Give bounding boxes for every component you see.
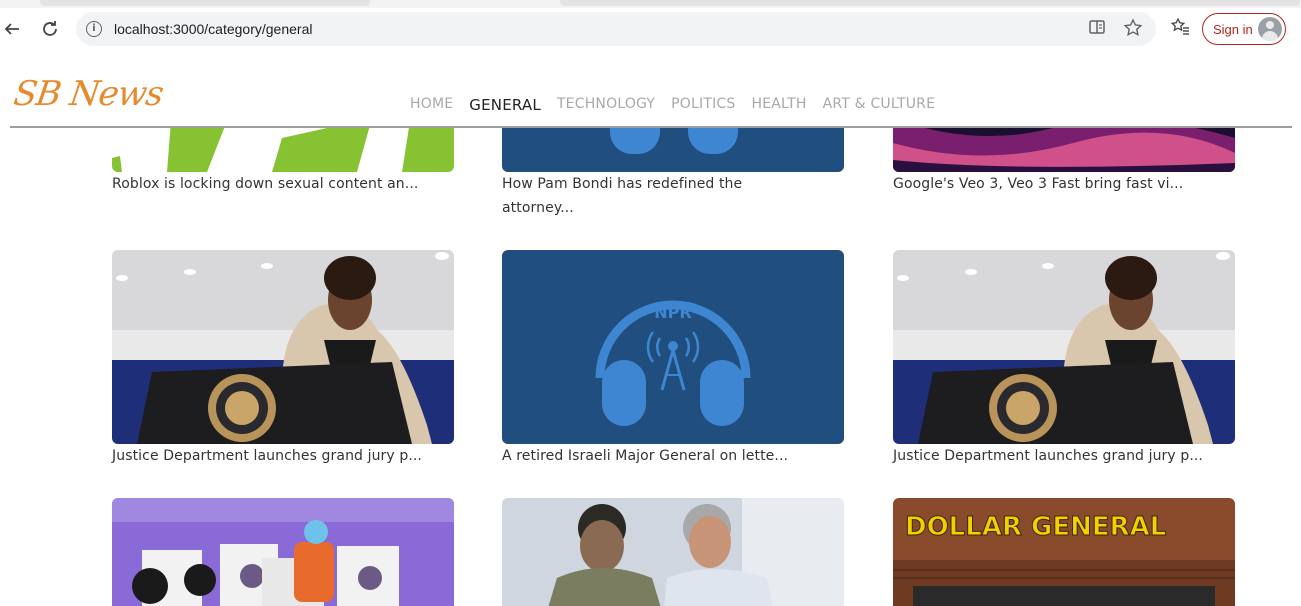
sign-in-button[interactable]: Sign in <box>1202 13 1286 45</box>
profile-icon <box>1258 17 1282 41</box>
article-image-npr[interactable]: NPR <box>502 250 844 444</box>
article-image-veo[interactable] <box>893 128 1235 172</box>
tab-hint-right <box>560 0 1300 6</box>
sign-in-label: Sign in <box>1213 21 1253 37</box>
reload-icon[interactable] <box>38 17 62 41</box>
article-title[interactable]: Justice Department launches grand jury p… <box>893 444 1243 468</box>
article-image-bondi[interactable] <box>502 128 844 172</box>
article-image-roblox[interactable] <box>112 128 454 172</box>
header-divider <box>10 126 1292 128</box>
split-view-icon[interactable] <box>1086 18 1108 40</box>
url-text[interactable]: localhost:3000/category/general <box>114 21 312 37</box>
favorites-list-icon[interactable] <box>1168 17 1192 41</box>
nav-home[interactable]: HOME <box>410 96 453 114</box>
article-image-military[interactable] <box>502 498 844 606</box>
article-image-dollar-general[interactable]: DOLLAR GENERAL <box>893 498 1235 606</box>
address-bar[interactable]: i localhost:3000/category/general <box>76 12 1156 46</box>
article-title[interactable]: Roblox is locking down sexual content an… <box>112 172 462 196</box>
site-header: SB News HOME GENERAL TECHNOLOGY POLITICS… <box>0 58 1301 128</box>
site-logo[interactable]: SB News <box>11 74 165 114</box>
article-image-election[interactable] <box>112 498 454 606</box>
nav-general[interactable]: GENERAL <box>469 96 541 114</box>
article-grid: Roblox is locking down sexual content an… <box>0 128 1301 606</box>
article-title[interactable]: Justice Department launches grand jury p… <box>112 444 462 468</box>
dollar-general-sign-text: DOLLAR GENERAL <box>905 512 1166 542</box>
nav-art-culture[interactable]: ART & CULTURE <box>823 96 936 114</box>
article-image-justice[interactable] <box>112 250 454 444</box>
star-icon[interactable] <box>1122 18 1144 40</box>
nav-health[interactable]: HEALTH <box>751 96 806 114</box>
browser-toolbar: i localhost:3000/category/general Sign i… <box>0 0 1301 58</box>
nav-politics[interactable]: POLITICS <box>671 96 735 114</box>
nav-technology[interactable]: TECHNOLOGY <box>557 96 655 114</box>
article-title[interactable]: How Pam Bondi has redefined the attorney… <box>502 172 802 220</box>
article-image-justice-2[interactable] <box>893 250 1235 444</box>
npr-logo-text: NPR <box>654 303 691 322</box>
article-title[interactable]: Google's Veo 3, Veo 3 Fast bring fast vi… <box>893 172 1243 196</box>
article-title[interactable]: A retired Israeli Major General on lette… <box>502 444 852 468</box>
category-nav: HOME GENERAL TECHNOLOGY POLITICS HEALTH … <box>410 96 935 114</box>
info-icon[interactable]: i <box>86 21 102 37</box>
back-icon[interactable] <box>0 17 24 41</box>
tab-hint-left <box>40 0 370 6</box>
